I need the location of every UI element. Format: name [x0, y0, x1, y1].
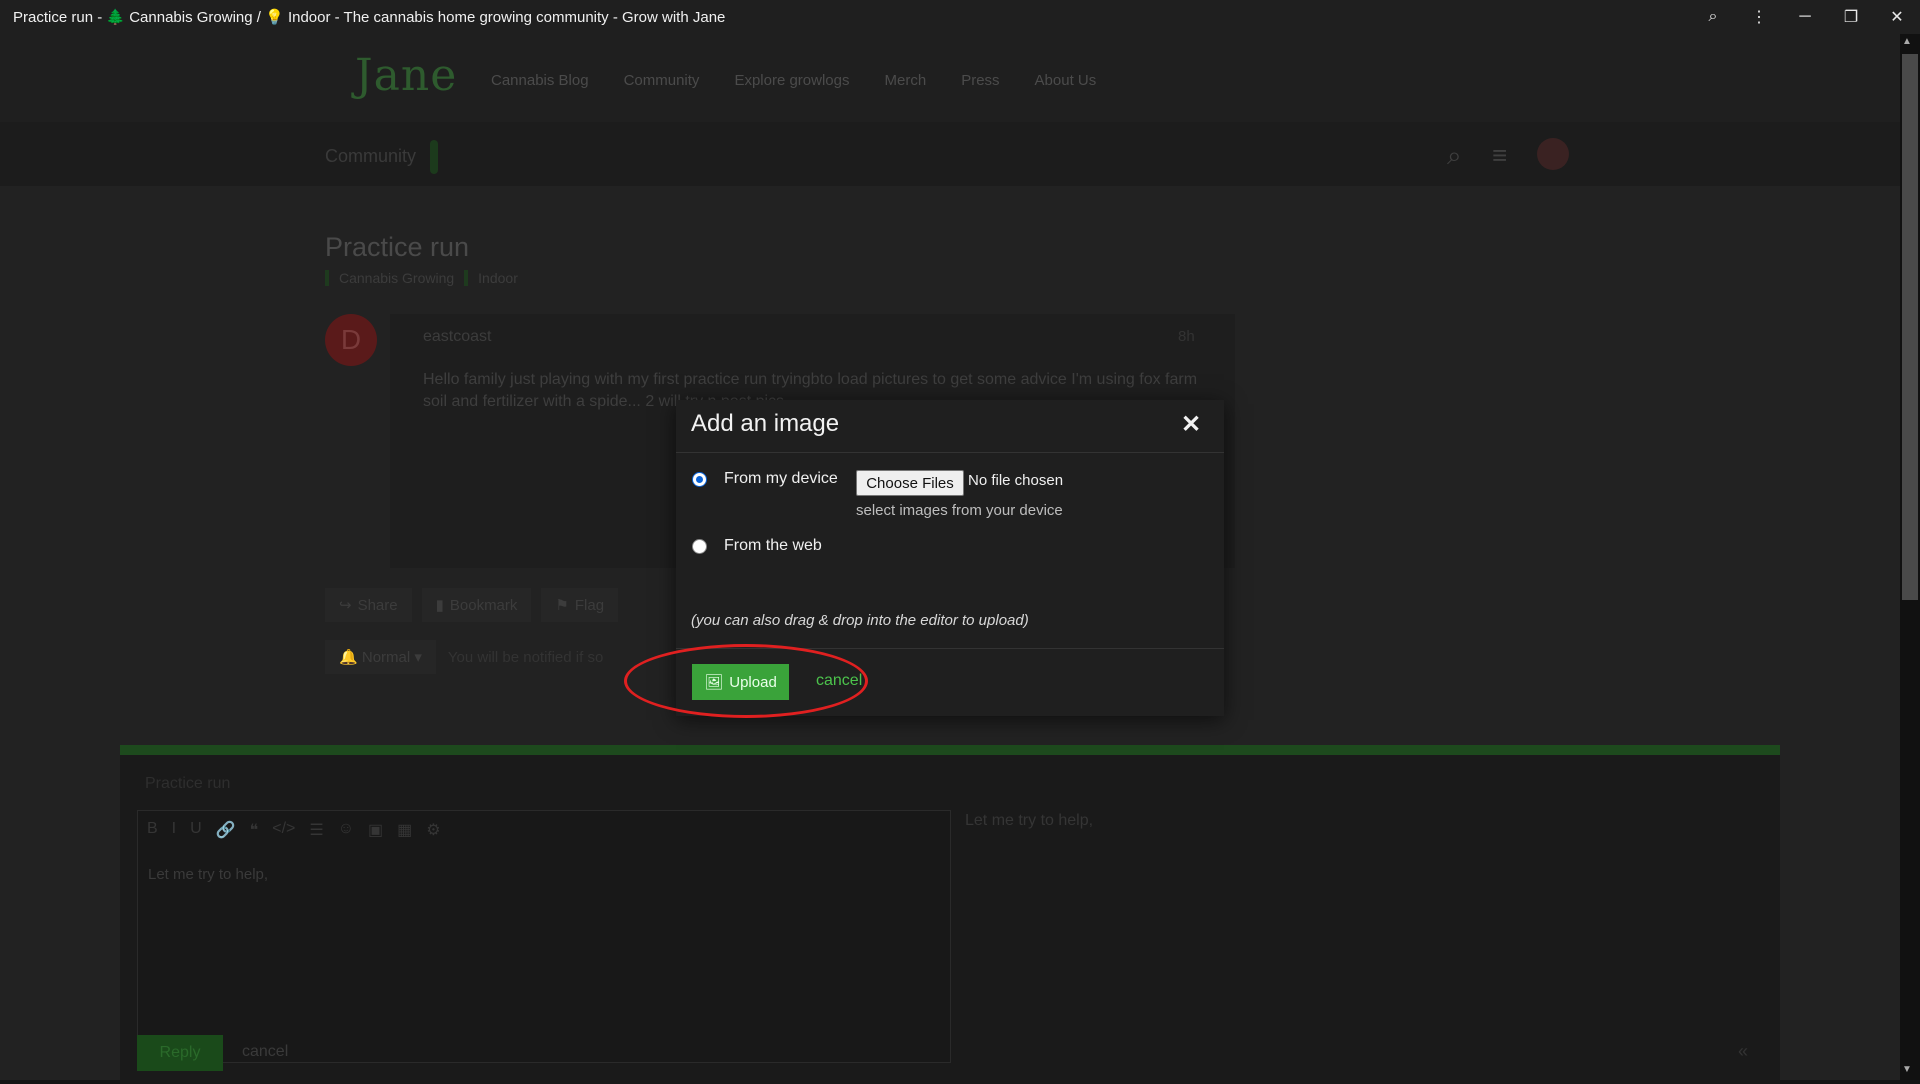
flag-button[interactable]: ⚑ Flag	[541, 588, 619, 622]
underline-icon[interactable]: U	[190, 820, 202, 840]
notification-text: You will be notified if so	[447, 648, 604, 666]
search-icon[interactable]: ⌕	[1447, 140, 1462, 172]
composer-cancel-link[interactable]: cancel	[242, 1043, 288, 1061]
link-icon[interactable]: 🔗	[216, 820, 236, 840]
code-icon[interactable]: </>	[272, 820, 295, 840]
community-logo[interactable]: Community	[325, 146, 416, 167]
composer-preview: Let me try to help,	[965, 812, 1094, 829]
scroll-down-icon[interactable]: ▼	[1902, 1064, 1912, 1075]
minimize-button[interactable]: ─	[1782, 0, 1828, 34]
composer-editor[interactable]	[137, 810, 951, 1063]
image-icon[interactable]: ▣	[368, 820, 383, 840]
scroll-up-icon[interactable]: ▲	[1902, 36, 1912, 47]
editor-content[interactable]: Let me try to help,	[148, 866, 268, 883]
maximize-button[interactable]: ❐	[1828, 0, 1874, 34]
breadcrumb: Cannabis Growing Indoor	[325, 270, 518, 286]
site-nav: Cannabis Blog Community Explore growlogs…	[491, 72, 1096, 89]
composer-topic-title: Practice run	[145, 775, 231, 792]
menu-icon[interactable]: ⋮	[1736, 0, 1782, 34]
radio-from-device[interactable]	[692, 472, 707, 487]
bookmark-icon: ▮	[435, 597, 444, 614]
nav-link-about[interactable]: About Us	[1035, 72, 1097, 89]
post-avatar[interactable]: D	[325, 314, 377, 366]
community-bar	[0, 122, 1900, 186]
topic-title: Practice run	[325, 232, 470, 262]
from-web-label[interactable]: From the web	[724, 537, 822, 555]
from-device-label[interactable]: From my device	[724, 470, 838, 488]
leaf-icon	[430, 140, 438, 174]
nav-link-blog[interactable]: Cannabis Blog	[491, 72, 589, 89]
close-window-button[interactable]: ✕	[1874, 0, 1920, 34]
collapse-preview-icon[interactable]: «	[1738, 1041, 1748, 1062]
modal-title: Add an image	[691, 410, 840, 437]
category-link[interactable]: Cannabis Growing	[339, 270, 454, 286]
bookmark-button[interactable]: ▮ Bookmark	[421, 588, 532, 622]
bell-icon: 🔔	[339, 649, 358, 666]
editor-toolbar: B I U 🔗 ❝ </> ☰ ☺ ▣ ▦ ⚙	[147, 820, 441, 840]
reply-button[interactable]: Reply	[137, 1035, 223, 1071]
topic-actions: ↪ Share ▮ Bookmark ⚑ Flag	[325, 588, 619, 622]
notification-level-button[interactable]: 🔔 Normal ▾	[325, 640, 436, 674]
zoom-icon[interactable]: ⌕	[1690, 0, 1736, 34]
table-icon[interactable]: ▦	[397, 820, 412, 840]
share-button[interactable]: ↪ Share	[325, 588, 412, 622]
radio-from-web[interactable]	[692, 539, 707, 554]
highlight-annotation	[624, 644, 868, 718]
italic-icon[interactable]: I	[172, 820, 176, 840]
scroll-thumb[interactable]	[1902, 54, 1918, 600]
settings-icon[interactable]: ⚙	[426, 820, 440, 840]
subcategory-link[interactable]: Indoor	[478, 270, 518, 286]
window-controls: ⌕ ⋮ ─ ❐ ✕	[1690, 0, 1920, 34]
nav-link-press[interactable]: Press	[961, 72, 999, 89]
modal-divider	[676, 452, 1224, 453]
file-hint: select images from your device	[856, 502, 1063, 519]
category-color-bar	[325, 270, 329, 286]
nav-link-growlogs[interactable]: Explore growlogs	[734, 72, 849, 89]
hamburger-icon[interactable]: ≡	[1492, 140, 1507, 171]
share-icon: ↪	[339, 597, 352, 614]
post-username[interactable]: eastcoast	[423, 328, 491, 346]
site-logo[interactable]: Jane	[355, 50, 457, 101]
close-icon[interactable]: ✕	[1181, 410, 1201, 439]
choose-files-button[interactable]: Choose Files	[856, 470, 964, 496]
quote-icon[interactable]: ❝	[250, 820, 259, 840]
flag-icon: ⚑	[555, 597, 569, 614]
subcategory-color-bar	[464, 270, 469, 286]
post-age[interactable]: 8h	[1178, 328, 1195, 345]
notification-row: 🔔 Normal ▾ You will be notified if so	[325, 640, 603, 674]
nav-link-merch[interactable]: Merch	[885, 72, 927, 89]
nav-link-community[interactable]: Community	[624, 72, 700, 89]
user-avatar[interactable]	[1537, 138, 1569, 170]
window-title: Practice run - 🌲 Cannabis Growing / 💡 In…	[13, 9, 726, 26]
file-status: No file chosen	[968, 472, 1064, 489]
bold-icon[interactable]: B	[147, 820, 158, 840]
drag-drop-hint: (you can also drag & drop into the edito…	[691, 612, 1029, 629]
list-icon[interactable]: ☰	[309, 820, 323, 840]
emoji-icon[interactable]: ☺	[338, 820, 354, 840]
window-titlebar: Practice run - 🌲 Cannabis Growing / 💡 In…	[0, 0, 1920, 34]
composer-grippie[interactable]	[120, 745, 1780, 755]
